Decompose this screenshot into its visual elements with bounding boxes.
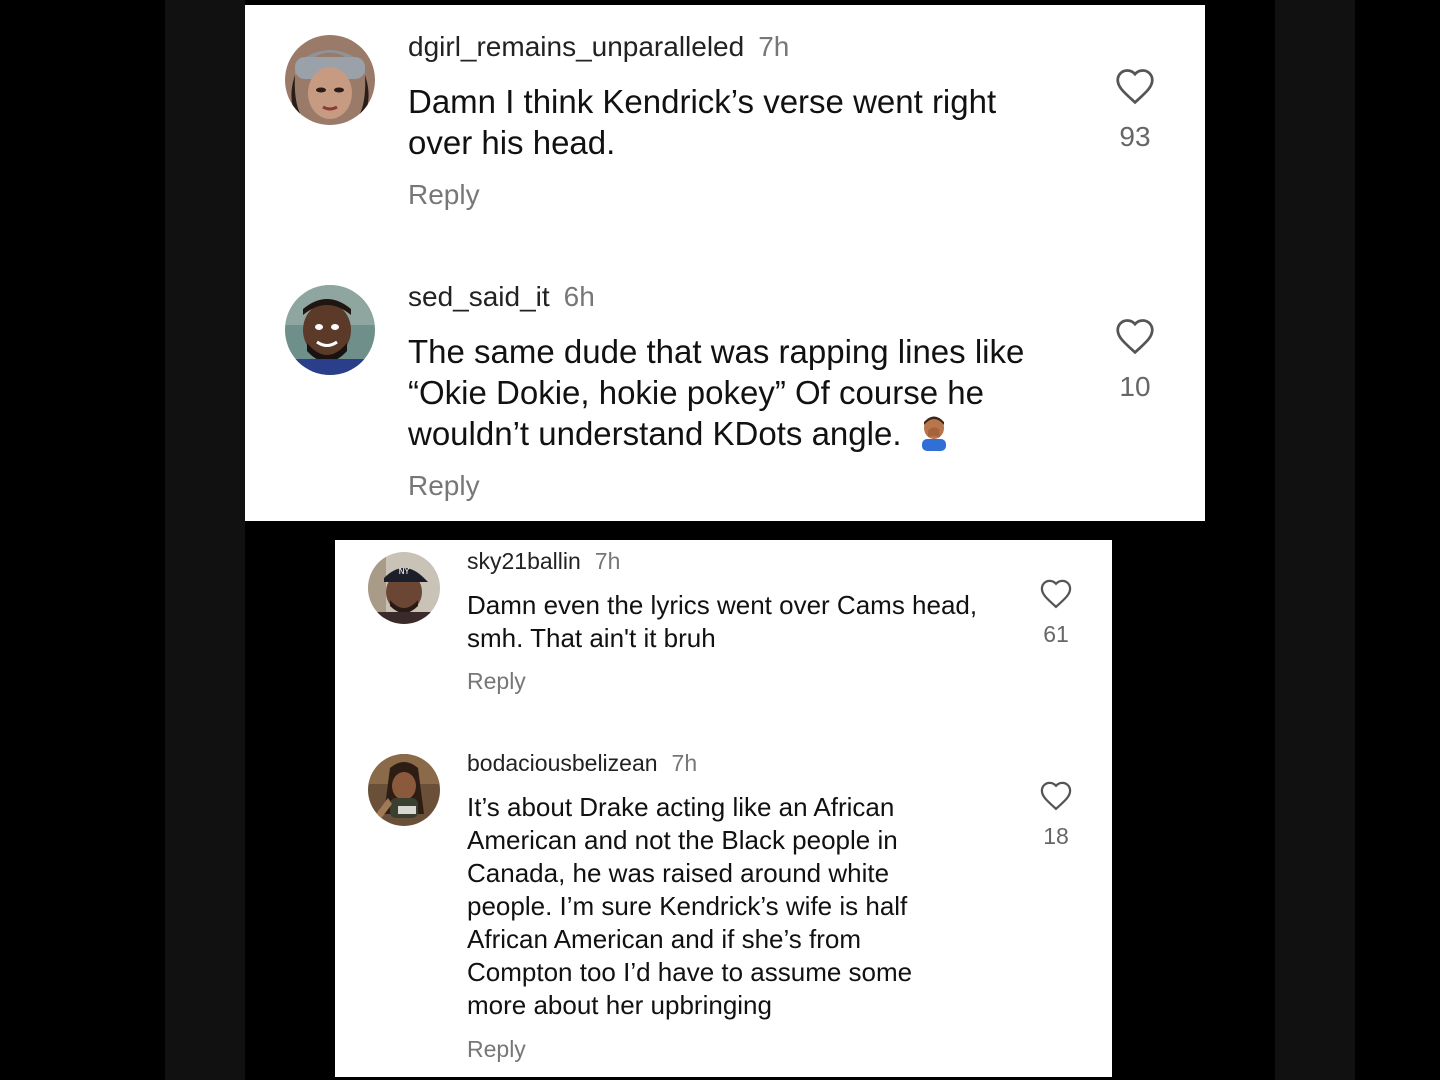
- comment-item: bodaciousbelizean 7h It’s about Drake act…: [335, 742, 1112, 1077]
- comment-text: Damn even the lyrics went over Cams head…: [467, 590, 978, 653]
- left-side-band: [165, 0, 245, 1080]
- avatar-woman-braids-icon: [368, 754, 440, 826]
- comment-item: NY sky21ballin 7h Damn even the lyrics we…: [335, 540, 1112, 740]
- like-control: 18: [1031, 780, 1081, 850]
- avatar-man-cap-icon: NY: [368, 552, 440, 624]
- comment-timestamp: 7h: [594, 548, 621, 574]
- heart-outline-icon[interactable]: [1114, 67, 1156, 105]
- comment-meta: dgirl_remains_unparalleled 7h: [408, 31, 789, 63]
- svg-text:NY: NY: [399, 567, 410, 576]
- reply-button[interactable]: Reply: [408, 470, 480, 502]
- like-control: 10: [1105, 317, 1165, 403]
- comment-item: dgirl_remains_unparalleled 7h Damn I thin…: [245, 5, 1205, 245]
- heart-outline-icon[interactable]: [1114, 317, 1156, 355]
- right-side-band: [1275, 0, 1355, 1080]
- like-count: 10: [1119, 371, 1151, 402]
- comment-meta: bodaciousbelizean 7h: [467, 750, 697, 777]
- like-count: 18: [1043, 823, 1069, 849]
- comment-username[interactable]: sky21ballin: [467, 548, 581, 574]
- comment-timestamp: 7h: [671, 750, 698, 776]
- avatar-man-smiling-icon: [285, 285, 375, 375]
- heart-outline-icon[interactable]: [1039, 780, 1073, 811]
- reply-button[interactable]: Reply: [467, 1036, 526, 1063]
- reply-button[interactable]: Reply: [408, 179, 480, 211]
- like-control: 93: [1105, 67, 1165, 153]
- comment-timestamp: 7h: [758, 31, 790, 62]
- avatar-woman-gray-beanie-icon: [285, 35, 375, 125]
- avatar[interactable]: NY: [368, 552, 440, 624]
- comment-username[interactable]: dgirl_remains_unparalleled: [408, 31, 744, 62]
- like-count: 61: [1043, 621, 1069, 647]
- heart-outline-icon[interactable]: [1039, 578, 1073, 609]
- comments-panel-top: dgirl_remains_unparalleled 7h Damn I thin…: [245, 5, 1205, 521]
- comment-item: sed_said_it 6h The same dude that was rap…: [245, 255, 1205, 521]
- reply-button[interactable]: Reply: [467, 668, 526, 695]
- comment-meta: sed_said_it 6h: [408, 281, 595, 313]
- avatar[interactable]: [285, 285, 375, 375]
- comment-meta: sky21ballin 7h: [467, 548, 620, 575]
- comment-username[interactable]: sed_said_it: [408, 281, 550, 312]
- comment-timestamp: 6h: [563, 281, 595, 312]
- comment-text: Damn I think Kendrick’s verse went right…: [408, 83, 997, 161]
- avatar[interactable]: [368, 754, 440, 826]
- face-palm-emoji-icon: [921, 416, 946, 451]
- like-control: 61: [1031, 578, 1081, 648]
- comment-username[interactable]: bodaciousbelizean: [467, 750, 658, 776]
- like-count: 93: [1119, 121, 1151, 152]
- comment-text: It’s about Drake acting like an African …: [467, 792, 913, 1020]
- comment-text: The same dude that was rapping lines lik…: [408, 331, 1068, 454]
- avatar[interactable]: [285, 35, 375, 125]
- comments-panel-bottom: NY sky21ballin 7h Damn even the lyrics we…: [335, 540, 1112, 1077]
